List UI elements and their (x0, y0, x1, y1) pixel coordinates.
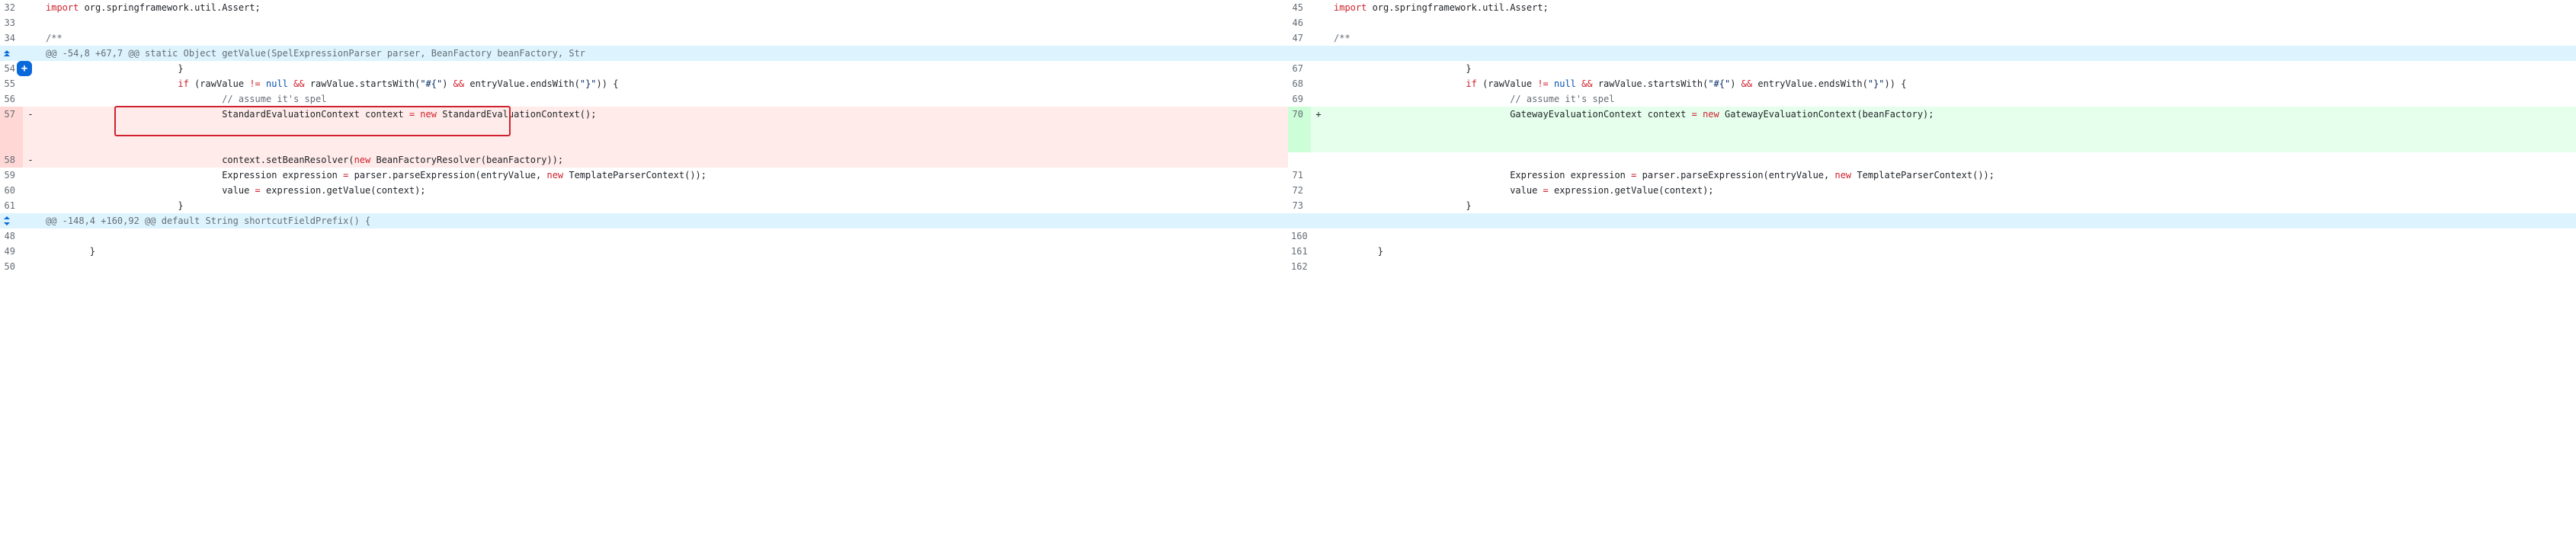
line-number-left[interactable]: 59 (0, 168, 23, 183)
code-cell-left[interactable]: value = expression.getValue(context); (38, 183, 1288, 198)
code-cell-right-added[interactable]: GatewayEvaluationContext context = new G… (1326, 107, 2576, 152)
code-cell-left[interactable]: Expression expression = parser.parseExpr… (38, 168, 1288, 183)
diff-row: 60 value = expression.getValue(context);… (0, 183, 2576, 198)
code-cell-left[interactable]: /** (38, 30, 1288, 46)
add-comment-button[interactable]: + (17, 61, 32, 76)
code-cell-right[interactable]: } (1326, 244, 2576, 259)
hunk-header-text: @@ -54,8 +67,7 @@ static Object getValue… (38, 46, 1288, 61)
code-cell-left-deleted[interactable]: StandardEvaluationContext context = new … (38, 107, 1288, 152)
hunk-header-right (1326, 46, 2576, 61)
diff-table: 32 import org.springframework.util.Asser… (0, 0, 2576, 274)
diff-row: 33 46 (0, 15, 2576, 30)
code-cell-left[interactable] (38, 228, 1288, 244)
diff-row: 49 } 161 } (0, 244, 2576, 259)
diff-row: 54 + } 67 } (0, 61, 2576, 76)
line-number-right[interactable]: 68 (1288, 76, 1311, 91)
diff-row: 50 162 (0, 259, 2576, 274)
diff-row: 59 Expression expression = parser.parseE… (0, 168, 2576, 183)
code-cell-right[interactable]: Expression expression = parser.parseExpr… (1326, 168, 2576, 183)
diff-marker-plus: + (1311, 107, 1326, 152)
diff-marker (1311, 0, 1326, 15)
code-cell-right[interactable]: } (1326, 61, 2576, 76)
line-number-right[interactable]: 45 (1288, 0, 1311, 15)
code-cell-right[interactable] (1326, 228, 2576, 244)
line-number-left[interactable]: 61 (0, 198, 23, 213)
line-number-right[interactable]: 47 (1288, 30, 1311, 46)
code-cell-right[interactable]: // assume it's spel (1326, 91, 2576, 107)
code-cell-left[interactable] (38, 15, 1288, 30)
code-cell-left[interactable]: if (rawValue != null && rawValue.startsW… (38, 76, 1288, 91)
diff-row: 34 /** 47 /** (0, 30, 2576, 46)
line-number-left[interactable]: 33 (0, 15, 23, 30)
diff-row: 56 // assume it's spel 69 // assume it's… (0, 91, 2576, 107)
code-cell-left[interactable] (38, 259, 1288, 274)
diff-marker-minus: - (23, 152, 38, 168)
diff-row: 55 if (rawValue != null && rawValue.star… (0, 76, 2576, 91)
code-cell-right[interactable]: if (rawValue != null && rawValue.startsW… (1326, 76, 2576, 91)
diff-marker (23, 0, 38, 15)
code-cell-left[interactable]: import org.springframework.util.Assert; (38, 0, 1288, 15)
code-cell-right (1326, 152, 2576, 168)
line-number-left[interactable]: 57 (0, 107, 23, 152)
diff-marker-minus: - (23, 107, 38, 152)
code-cell-left-deleted[interactable]: context.setBeanResolver(new BeanFactoryR… (38, 152, 1288, 168)
diff-row: 61 } 73 } (0, 198, 2576, 213)
expand-icon[interactable] (0, 213, 14, 228)
line-number-right (1288, 152, 1311, 168)
line-number-right[interactable]: 71 (1288, 168, 1311, 183)
line-number-right[interactable]: 72 (1288, 183, 1311, 198)
expand-up-icon[interactable] (0, 46, 14, 61)
line-number-left[interactable]: 32 (0, 0, 23, 15)
line-number-right[interactable]: 161 (1288, 244, 1311, 259)
line-number-left[interactable]: 56 (0, 91, 23, 107)
code-cell-right[interactable]: } (1326, 198, 2576, 213)
line-number-right[interactable]: 46 (1288, 15, 1311, 30)
diff-row: 32 import org.springframework.util.Asser… (0, 0, 2576, 15)
code-cell-right[interactable]: value = expression.getValue(context); (1326, 183, 2576, 198)
code-cell-right[interactable]: import org.springframework.util.Assert; (1326, 0, 2576, 15)
hunk-header-text: @@ -148,4 +160,92 @@ default String shor… (38, 213, 1288, 228)
hunk-header-row: @@ -54,8 +67,7 @@ static Object getValue… (0, 46, 2576, 61)
line-number-left[interactable]: 60 (0, 183, 23, 198)
line-number-left[interactable]: 49 (0, 244, 23, 259)
code-cell-left[interactable]: // assume it's spel (38, 91, 1288, 107)
line-number-left[interactable]: 58 (0, 152, 23, 168)
code-cell-right[interactable]: /** (1326, 30, 2576, 46)
line-number-right[interactable]: 69 (1288, 91, 1311, 107)
line-number-right[interactable]: 67 (1288, 61, 1311, 76)
line-number-left[interactable]: 55 (0, 76, 23, 91)
line-number-right[interactable]: 162 (1288, 259, 1311, 274)
hunk-header-row: @@ -148,4 +160,92 @@ default String shor… (0, 213, 2576, 228)
line-number-right[interactable]: 73 (1288, 198, 1311, 213)
code-cell-left[interactable]: } (38, 244, 1288, 259)
code-cell-right[interactable] (1326, 15, 2576, 30)
line-number-left[interactable]: 50 (0, 259, 23, 274)
line-number-right[interactable]: 160 (1288, 228, 1311, 244)
diff-row: 58 - context.setBeanResolver(new BeanFac… (0, 152, 2576, 168)
diff-row: 48 160 (0, 228, 2576, 244)
line-number-left[interactable]: 48 (0, 228, 23, 244)
line-number-right[interactable]: 70 (1288, 107, 1311, 152)
code-cell-left[interactable]: } (38, 61, 1288, 76)
line-number-left[interactable]: 34 (0, 30, 23, 46)
diff-row: 57 - StandardEvaluationContext context =… (0, 107, 2576, 152)
code-cell-right[interactable] (1326, 259, 2576, 274)
code-cell-left[interactable]: } (38, 198, 1288, 213)
